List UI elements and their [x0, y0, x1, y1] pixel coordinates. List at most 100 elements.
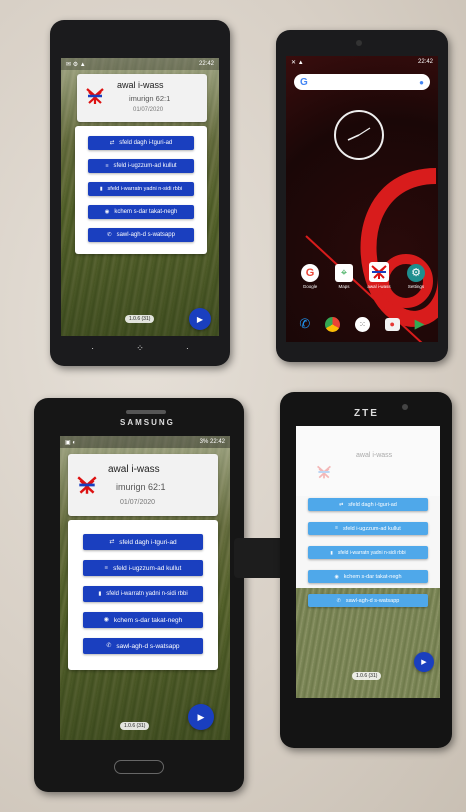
book-icon: ▮ — [99, 187, 103, 192]
app-date: 01/07/2020 — [133, 107, 164, 113]
book-icon: ▮ — [98, 591, 102, 597]
play-button[interactable]: ▶ — [188, 704, 214, 730]
version-label: 1.0.6 (31) — [352, 672, 382, 680]
menu-button-book[interactable]: ▮ sfeld i-warratn yadni n-sidi rbbi — [308, 546, 428, 559]
globe-icon: ◉ — [103, 617, 109, 623]
shuffle-icon: ⇄ — [339, 502, 344, 508]
shuffle-icon: ⇄ — [109, 140, 115, 146]
menu-button-shuffle[interactable]: ⇄ sfeld dagh i-tguri-ad — [83, 534, 203, 550]
brand-label: SAMSUNG — [120, 418, 175, 427]
menu-button-list[interactable]: ≡ sfeld i-ugzzum-ad kullut — [308, 522, 428, 535]
menu-card: ⇄ sfeld dagh i-tguri-ad ≡ sfeld i-ugzzum-a… — [68, 520, 218, 670]
wallpaper-figure — [305, 168, 438, 342]
list-icon: ≡ — [104, 565, 109, 571]
app-icon-google[interactable]: G Google — [298, 264, 322, 289]
menu-button-globe[interactable]: ◉ kchem s-dar takat-negh — [308, 570, 428, 583]
settings-icon: ⚙ — [407, 264, 425, 282]
app-screen-3: ▣ ◐ 3% 22:42 awal i-wass imurign 62:1 01… — [60, 436, 230, 740]
menu-button-globe[interactable]: ◉ kchem s-dar takat-negh — [88, 205, 194, 219]
notification-icons: ▣ ◐ — [65, 439, 76, 446]
globe-icon: ◉ — [334, 574, 339, 580]
menu-button-shuffle[interactable]: ⇄ sfeld dagh i-tguri-ad — [308, 498, 428, 511]
menu-button-list[interactable]: ≡ sfeld i-ugzzum-ad kullut — [88, 159, 194, 173]
home-dots-icon[interactable]: ⁘ — [136, 343, 144, 354]
play-button[interactable]: ▶ — [414, 652, 434, 672]
list-icon: ≡ — [105, 163, 109, 169]
status-bar: ▣ ◐ 3% 22:42 — [60, 436, 230, 448]
menu-button-book[interactable]: ▮ sfeld i-warratn yadni n-sidi rbbi — [88, 182, 194, 196]
nav-bar: · ⁘ · — [70, 340, 210, 356]
app-icon-maps[interactable]: ⌖ Maps — [332, 264, 356, 289]
home-screen: ✕ ▲ 22:42 G ● G Google ⌖ Maps awal i-was… — [286, 56, 438, 342]
status-time: 22:42 — [417, 59, 433, 65]
google-icon: G — [301, 264, 319, 282]
status-bar: ✕ ▲ 22:42 — [286, 56, 438, 68]
menu-button-whatsapp[interactable]: ✆ sawl-agh-d s-watsapp — [308, 594, 428, 607]
status-time: 22:42 — [198, 61, 214, 67]
home-button[interactable] — [114, 760, 164, 774]
mic-icon[interactable]: ● — [419, 78, 424, 87]
header-area: awal i-wass — [296, 426, 440, 496]
list-icon: ≡ — [335, 526, 339, 531]
logo-icon — [85, 86, 105, 106]
google-search-bar[interactable]: G ● — [294, 74, 430, 90]
notification-icons: ✕ ▲ — [291, 59, 304, 66]
phone-bottom-right: ZTE awal i-wass ⇄ sfeld dagh i-tguri-ad ≡… — [280, 392, 452, 748]
app-screen-4: awal i-wass ⇄ sfeld dagh i-tguri-ad ≡ sfel… — [296, 426, 440, 698]
status-bar: ✉ ⚙ ▲ 22:42 — [61, 58, 219, 70]
earpiece — [126, 410, 166, 414]
whatsapp-icon: ✆ — [336, 598, 341, 604]
play-button[interactable]: ▶ — [189, 308, 211, 330]
app-subtitle: imurign 62:1 — [116, 482, 166, 492]
version-label: 1.0.6 (31) — [125, 315, 155, 323]
clock-widget — [334, 110, 384, 160]
menu-button-list[interactable]: ≡ sfeld i-ugzzum-ad kullut — [83, 560, 203, 576]
menu-button-whatsapp[interactable]: ✆ sawl-agh-d s-watsapp — [88, 228, 194, 242]
clock-hands — [347, 127, 371, 141]
app-title: awal i-wass — [356, 452, 393, 459]
header-card: awal i-wass imurign 62:1 01/07/2020 — [68, 454, 218, 516]
chrome-icon[interactable] — [325, 316, 341, 332]
brand-label: ZTE — [354, 408, 379, 419]
menu-button-book[interactable]: ▮ sfeld i-warratn yadni n-sidi rbbi — [83, 586, 203, 602]
phone-bottom-left: SAMSUNG ▣ ◐ 3% 22:42 awal i-wass imurign… — [34, 398, 314, 792]
globe-icon: ◉ — [104, 209, 110, 215]
dock: ✆ ⁙ ● ▶ — [292, 314, 432, 334]
front-camera — [402, 404, 408, 410]
app-date: 01/07/2020 — [120, 499, 156, 506]
logo-icon — [316, 464, 332, 480]
maps-icon: ⌖ — [335, 264, 353, 282]
book-icon: ▮ — [330, 549, 333, 555]
app-drawer-icon[interactable]: ⁙ — [354, 316, 370, 332]
version-label: 1.0.6 (31) — [120, 722, 150, 730]
logo-icon — [76, 474, 98, 496]
front-camera — [356, 40, 362, 46]
header-card: awal i-wass imurign 62:1 01/07/2020 — [77, 74, 207, 122]
app-icon-awal[interactable]: awal i-wass — [364, 262, 394, 289]
phone-top-right: ✕ ▲ 22:42 G ● G Google ⌖ Maps awal i-was… — [276, 30, 448, 362]
back-icon[interactable]: · — [91, 343, 94, 353]
play-icon: ▶ — [421, 659, 427, 666]
phone-top-left: ✉ ⚙ ▲ 22:42 awal i-wass imurign 62:1 01/… — [50, 20, 230, 366]
recent-icon[interactable]: · — [186, 343, 189, 353]
menu-card: ⇄ sfeld dagh i-tguri-ad ≡ sfeld i-ugzzum-a… — [75, 126, 207, 254]
whatsapp-icon: ✆ — [107, 232, 112, 238]
status-time: 3% 22:42 — [199, 439, 225, 445]
menu-button-shuffle[interactable]: ⇄ sfeld dagh i-tguri-ad — [88, 136, 194, 150]
play-icon: ▶ — [196, 314, 204, 324]
google-g-icon: G — [300, 76, 308, 88]
phone-icon[interactable]: ✆ — [299, 316, 310, 332]
notification-icons: ✉ ⚙ ▲ — [66, 61, 86, 68]
shuffle-icon: ⇄ — [109, 539, 115, 545]
app-icon-settings[interactable]: ⚙ Settings — [402, 264, 430, 289]
camera-icon[interactable]: ● — [384, 317, 400, 331]
play-icon: ▶ — [197, 711, 205, 722]
app-subtitle: imurign 62:1 — [129, 94, 171, 103]
play-store-icon[interactable]: ▶ — [415, 316, 425, 332]
whatsapp-icon: ✆ — [106, 643, 112, 649]
app-title: awal i-wass — [117, 80, 164, 90]
awal-logo-icon — [369, 262, 389, 282]
menu-button-globe[interactable]: ◉ kchem s-dar takat-negh — [83, 612, 203, 628]
menu-button-whatsapp[interactable]: ✆ sawl-agh-d s-watsapp — [83, 638, 203, 654]
app-title: awal i-wass — [108, 464, 160, 475]
